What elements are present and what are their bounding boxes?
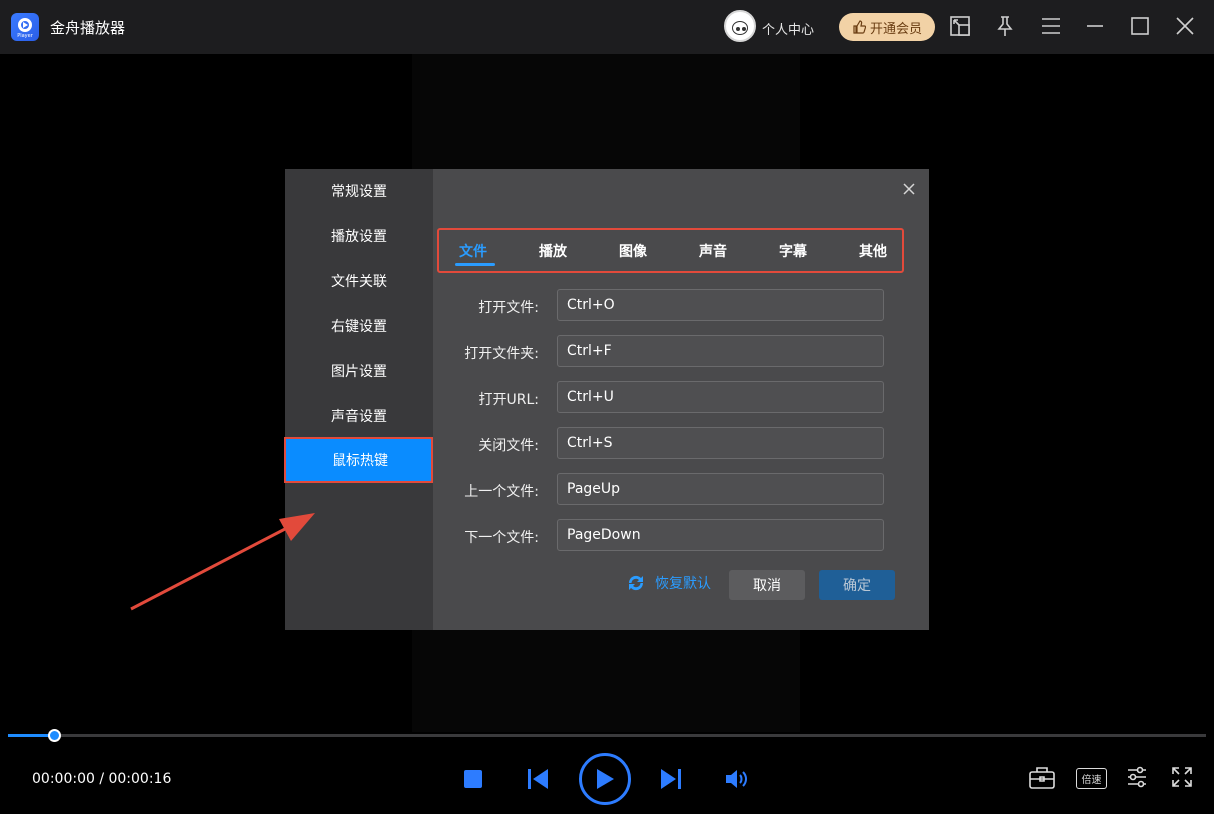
tab-subtitle[interactable]: 字幕	[779, 241, 807, 261]
hotkey-field-prev-file[interactable]: PageUp	[557, 473, 884, 505]
hotkey-label-open-folder: 打开文件夹:	[464, 346, 539, 362]
vip-button[interactable]: 开通会员	[839, 13, 935, 41]
sidebar-item-sound[interactable]: 声音设置	[285, 394, 433, 438]
toolbox-icon[interactable]	[1029, 766, 1055, 794]
hotkey-label-open-url: 打开URL:	[478, 392, 540, 408]
hotkey-label-prev-file: 上一个文件:	[464, 484, 539, 500]
app-title: 金舟播放器	[50, 19, 126, 37]
user-center-link[interactable]: 个人中心	[762, 19, 814, 38]
dialog-close-icon[interactable]	[899, 179, 919, 199]
tab-file[interactable]: 文件	[459, 241, 487, 261]
sidebar-item-hotkeys[interactable]: 鼠标热键	[284, 437, 433, 483]
menu-icon[interactable]	[1039, 14, 1063, 38]
hotkey-tabs: 文件 播放 图像 声音 字幕 其他	[437, 228, 904, 273]
minimize-icon[interactable]	[1083, 14, 1107, 38]
volume-icon[interactable]	[725, 768, 749, 794]
maximize-icon[interactable]	[1128, 14, 1152, 38]
hotkey-label-next-file: 下一个文件:	[464, 530, 539, 546]
sidebar-item-file-association[interactable]: 文件关联	[285, 259, 433, 303]
tab-playback[interactable]: 播放	[539, 241, 567, 261]
play-icon	[597, 769, 614, 789]
stop-icon[interactable]	[464, 770, 482, 792]
app-logo-icon: Player	[11, 13, 39, 41]
next-icon[interactable]	[660, 768, 682, 794]
tab-other[interactable]: 其他	[859, 241, 887, 261]
hotkey-field-next-file[interactable]: PageDown	[557, 519, 884, 551]
title-bar: Player 金舟播放器 个人中心 开通会员	[0, 0, 1214, 54]
close-window-icon[interactable]	[1173, 14, 1197, 38]
hotkey-label-close-file: 关闭文件:	[478, 438, 539, 454]
speed-button[interactable]: 倍速	[1076, 768, 1107, 789]
sidebar-item-image[interactable]: 图片设置	[285, 349, 433, 393]
hotkey-field-open-url[interactable]: Ctrl+U	[557, 381, 884, 413]
thumb-up-icon	[853, 20, 866, 34]
ok-button[interactable]: 确定	[819, 570, 895, 600]
sidebar-item-general[interactable]: 常规设置	[285, 169, 433, 213]
seek-handle[interactable]	[47, 729, 61, 742]
time-display: 00:00:00 / 00:00:16	[32, 771, 172, 787]
cancel-button[interactable]: 取消	[729, 570, 805, 600]
hotkey-field-close-file[interactable]: Ctrl+S	[557, 427, 884, 459]
screen-cast-icon[interactable]	[948, 14, 972, 38]
seek-progress	[8, 734, 54, 737]
hotkey-field-open-folder[interactable]: Ctrl+F	[557, 335, 884, 367]
sidebar-item-context-menu[interactable]: 右键设置	[285, 304, 433, 348]
settings-dialog: 常规设置 播放设置 文件关联 右键设置 图片设置 声音设置 鼠标热键 文件 播放…	[284, 169, 929, 630]
tab-image[interactable]: 图像	[619, 241, 647, 261]
adjust-icon[interactable]	[1126, 766, 1148, 792]
active-tab-indicator	[455, 263, 495, 266]
sidebar-item-playback[interactable]: 播放设置	[285, 214, 433, 258]
player-controls: 00:00:00 / 00:00:16 倍速	[0, 744, 1214, 814]
hotkey-label-open-file: 打开文件:	[478, 300, 539, 316]
pin-icon[interactable]	[993, 14, 1017, 38]
hotkey-field-open-file[interactable]: Ctrl+O	[557, 289, 884, 321]
seek-bar[interactable]	[8, 729, 1206, 742]
play-button[interactable]	[579, 753, 631, 805]
fullscreen-icon[interactable]	[1171, 766, 1193, 792]
previous-icon[interactable]	[527, 768, 549, 794]
tab-sound[interactable]: 声音	[699, 241, 727, 261]
user-avatar[interactable]	[724, 10, 756, 42]
refresh-icon	[628, 575, 644, 591]
annotation-arrow	[130, 513, 315, 611]
restore-defaults-button[interactable]: 恢复默认	[625, 572, 711, 594]
